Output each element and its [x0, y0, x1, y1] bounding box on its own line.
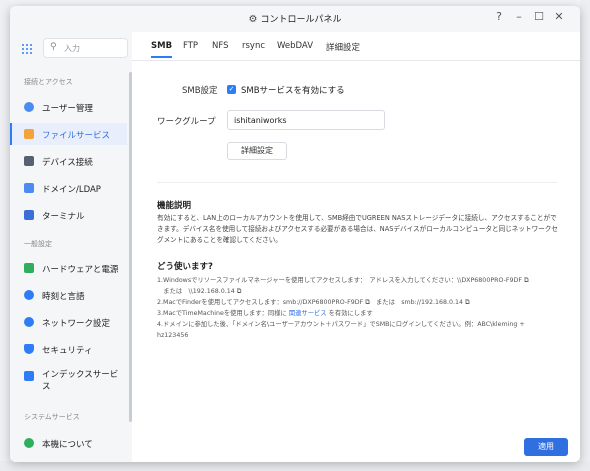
network-icon	[24, 317, 34, 327]
sidebar-item-time-language[interactable]: 時刻と言語	[10, 284, 127, 306]
domain-icon	[24, 183, 34, 193]
apps-grid-icon[interactable]	[22, 44, 33, 55]
background-app-bottom	[0, 461, 590, 471]
close-icon[interactable]: ✕	[552, 10, 566, 23]
smb-setting-label: SMB設定	[182, 86, 218, 96]
title-bar[interactable]: ⚙ コントロールパネル ? – ☐ ✕	[10, 6, 580, 32]
sidebar-item-label: 本機について	[42, 440, 93, 450]
sidebar-item-label: ユーザー管理	[42, 104, 93, 114]
step-windows-ip: または \\192.168.0.14 ⧉	[157, 288, 242, 295]
advanced-settings-button[interactable]: 詳細設定	[227, 142, 287, 160]
sidebar-item-index-service[interactable]: インデックスサービス	[10, 365, 127, 399]
tab-nfs[interactable]: NFS	[212, 41, 229, 51]
tab-advanced-settings[interactable]: 詳細設定	[326, 41, 360, 53]
sidebar-item-domain-ldap[interactable]: ドメイン/LDAP	[10, 177, 127, 199]
sidebar-item-security[interactable]: セキュリティ	[10, 338, 127, 360]
tab-bar: SMB FTP NFS rsync WebDAV 詳細設定	[132, 32, 580, 61]
search-input[interactable]: ⚲ 入力	[43, 38, 128, 58]
sidebar-item-file-services[interactable]: ファイルサービス	[10, 123, 127, 145]
minimize-icon[interactable]: –	[512, 10, 526, 23]
section-connection-access: 接続とアクセス	[24, 78, 73, 86]
shield-icon	[24, 344, 34, 354]
enable-smb-label[interactable]: SMBサービスを有効にする	[241, 84, 345, 96]
hardware-icon	[24, 263, 34, 273]
related-services-link[interactable]: 関連サービス	[289, 310, 327, 317]
step-domain-cont: hz123456	[157, 332, 189, 339]
control-panel-icon: ⚙	[248, 14, 258, 25]
sidebar-item-terminal[interactable]: ターミナル	[10, 204, 127, 226]
terminal-icon	[24, 210, 34, 220]
sidebar-item-about[interactable]: 本機について	[10, 432, 127, 454]
section-general-settings: 一般設定	[24, 240, 52, 248]
divider	[157, 182, 557, 183]
maximize-icon[interactable]: ☐	[532, 10, 546, 23]
search-placeholder: 入力	[64, 44, 80, 53]
sidebar-item-label: ターミナル	[42, 212, 85, 222]
sidebar: ⚲ 入力 接続とアクセス ユーザー管理 ファイルサービス デバイス接続 ドメイン…	[10, 32, 132, 462]
sidebar-item-label: ネットワーク設定	[42, 319, 111, 329]
enable-smb-checkbox[interactable]: ✓	[227, 85, 236, 94]
step-timemachine: 3.MacでTimeMachineを使用します：同様に 関連サービス を有効にし…	[157, 308, 567, 319]
device-icon	[24, 156, 34, 166]
step-timemachine-pre: 3.MacでTimeMachineを使用します：同様に	[157, 310, 287, 317]
feature-description-text: 有効にすると、LAN上のローカルアカウントを使用して、SMB経由でUGREEN …	[157, 214, 558, 244]
background-app-left	[0, 0, 10, 471]
search-icon: ⚲	[50, 42, 57, 52]
sidebar-item-label: ファイルサービス	[42, 131, 111, 141]
tab-webdav[interactable]: WebDAV	[277, 41, 313, 51]
sidebar-item-label: 時刻と言語	[42, 292, 85, 302]
index-icon	[24, 371, 34, 381]
workgroup-input[interactable]	[227, 110, 385, 130]
workgroup-label: ワークグループ	[157, 117, 216, 127]
sidebar-item-network-settings[interactable]: ネットワーク設定	[10, 311, 127, 333]
window-title-text: コントロールパネル	[260, 15, 342, 25]
tab-ftp[interactable]: FTP	[183, 41, 198, 51]
section-system-services: システムサービス	[24, 413, 80, 421]
control-panel-window: ⚙ コントロールパネル ? – ☐ ✕ ⚲ 入力 接続とアクセス ユーザー管理 フ…	[10, 6, 580, 462]
step-domain: 4.ドメインに参加した後、「ドメイン名\ユーザーアカウント＋パスワード」でSMB…	[157, 321, 525, 328]
step-mac-finder: 2.MacでFinderを使用してアクセスします：smb://DXP6800PR…	[157, 299, 470, 306]
step-timemachine-post: を有効にします	[328, 310, 373, 317]
sidebar-item-label: セキュリティ	[42, 346, 93, 356]
background-app-right	[580, 0, 590, 471]
apply-button[interactable]: 適用	[524, 438, 568, 456]
tab-smb[interactable]: SMB	[151, 41, 173, 58]
sidebar-item-label: デバイス接続	[42, 158, 93, 168]
step-windows: 1.Windowsでリソースファイルマネージャーを使用してアクセスします： アド…	[157, 277, 529, 284]
user-icon	[24, 102, 34, 112]
sidebar-item-hardware-power[interactable]: ハードウェアと電源	[10, 257, 127, 279]
sidebar-item-device-connection[interactable]: デバイス接続	[10, 150, 127, 172]
tab-rsync[interactable]: rsync	[242, 41, 265, 51]
sidebar-item-label: ハードウェアと電源	[42, 265, 119, 275]
main-panel: SMB FTP NFS rsync WebDAV 詳細設定 SMB設定 ✓ SM…	[132, 32, 580, 462]
feature-description-title: 機能説明	[157, 201, 192, 211]
info-icon	[24, 438, 34, 448]
folder-icon	[24, 129, 34, 139]
sidebar-item-label: インデックスサービス	[42, 370, 119, 392]
sidebar-item-label: ドメイン/LDAP	[42, 185, 101, 195]
sidebar-item-user-management[interactable]: ユーザー管理	[10, 96, 127, 118]
how-to-steps: 1.Windowsでリソースファイルマネージャーを使用してアクセスします： アド…	[157, 275, 567, 341]
how-to-use-title: どう使います?	[157, 262, 213, 272]
clock-icon	[24, 290, 34, 300]
help-icon[interactable]: ?	[492, 10, 506, 23]
